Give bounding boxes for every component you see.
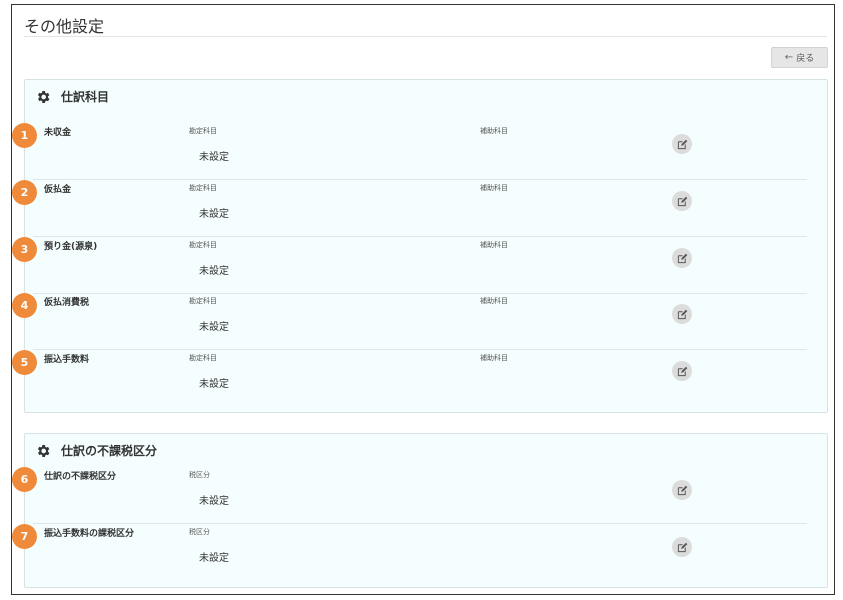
account-label: 勘定科目 (189, 241, 217, 249)
account-value: 未設定 (199, 209, 229, 220)
step-badge: 4 (12, 293, 37, 318)
gear-icon (37, 90, 50, 103)
list-item: 6 仕訳の不課税区分 税区分 未設定 (12, 467, 827, 524)
list-item: 1 未収金 勘定科目 未設定 補助科目 (12, 123, 827, 180)
list-item: 4 仮払消費税 勘定科目 未設定 補助科目 (12, 293, 827, 350)
account-value: 未設定 (199, 322, 229, 333)
arrow-left-icon: ← (784, 52, 794, 63)
journal-accounts-header: 仕訳科目 (35, 88, 109, 105)
list-item: 5 振込手数料 勘定科目 未設定 補助科目 (12, 350, 827, 407)
step-badge: 7 (12, 524, 37, 549)
title-divider (24, 36, 827, 37)
step-badge: 3 (12, 237, 37, 262)
journal-tax-category-panel: 仕訳の不課税区分 6 仕訳の不課税区分 税区分 未設定 7 振込手数料の課税区分… (12, 433, 828, 588)
edit-button[interactable] (672, 304, 692, 324)
sub-account-label: 補助科目 (480, 184, 508, 192)
edit-icon (677, 366, 687, 376)
tax-category-label: 税区分 (189, 471, 210, 479)
tax-category-value: 未設定 (199, 496, 229, 507)
step-badge: 6 (12, 467, 37, 492)
sub-account-label: 補助科目 (480, 241, 508, 249)
back-button-label: 戻る (796, 54, 815, 64)
edit-button[interactable] (672, 361, 692, 381)
step-badge: 2 (12, 180, 37, 205)
edit-icon (677, 309, 687, 319)
account-label: 勘定科目 (189, 297, 217, 305)
account-value: 未設定 (199, 152, 229, 163)
edit-button[interactable] (672, 480, 692, 500)
edit-icon (677, 139, 687, 149)
item-label: 仮払消費税 (44, 298, 90, 308)
tax-category-value: 未設定 (199, 553, 229, 564)
item-label: 預り金(源泉) (44, 242, 98, 252)
item-label: 仮払金 (44, 185, 72, 195)
edit-button[interactable] (672, 191, 692, 211)
account-label: 勘定科目 (189, 127, 217, 135)
sub-account-label: 補助科目 (480, 354, 508, 362)
account-label: 勘定科目 (189, 354, 217, 362)
journal-tax-category-header: 仕訳の不課税区分 (35, 442, 157, 459)
edit-button[interactable] (672, 537, 692, 557)
gear-icon (37, 444, 50, 457)
account-value: 未設定 (199, 266, 229, 277)
edit-icon (677, 485, 687, 495)
edit-icon (677, 253, 687, 263)
step-badge: 5 (12, 350, 37, 375)
account-label: 勘定科目 (189, 184, 217, 192)
page-title: その他設定 (24, 17, 105, 36)
section-title: 仕訳の不課税区分 (61, 444, 158, 458)
account-value: 未設定 (199, 379, 229, 390)
edit-icon (677, 542, 687, 552)
list-item: 3 預り金(源泉) 勘定科目 未設定 補助科目 (12, 237, 827, 294)
list-item: 2 仮払金 勘定科目 未設定 補助科目 (12, 180, 827, 237)
item-label: 振込手数料の課税区分 (44, 529, 135, 539)
step-badge: 1 (12, 123, 37, 148)
item-label: 仕訳の不課税区分 (44, 472, 117, 482)
journal-accounts-panel: 仕訳科目 1 未収金 勘定科目 未設定 補助科目 2 仮払金 勘定科目 未設定 … (12, 79, 828, 413)
edit-button[interactable] (672, 248, 692, 268)
back-button[interactable]: ← 戻る (771, 47, 828, 68)
sub-account-label: 補助科目 (480, 297, 508, 305)
edit-icon (677, 196, 687, 206)
item-label: 振込手数料 (44, 355, 90, 365)
sub-account-label: 補助科目 (480, 127, 508, 135)
item-label: 未収金 (44, 128, 72, 138)
section-title: 仕訳科目 (61, 90, 110, 104)
edit-button[interactable] (672, 134, 692, 154)
settings-window: その他設定 ← 戻る 仕訳科目 1 未収金 勘定科目 未設定 補助科目 2 仮払… (11, 4, 835, 595)
list-item: 7 振込手数料の課税区分 税区分 未設定 (12, 524, 827, 581)
tax-category-label: 税区分 (189, 528, 210, 536)
